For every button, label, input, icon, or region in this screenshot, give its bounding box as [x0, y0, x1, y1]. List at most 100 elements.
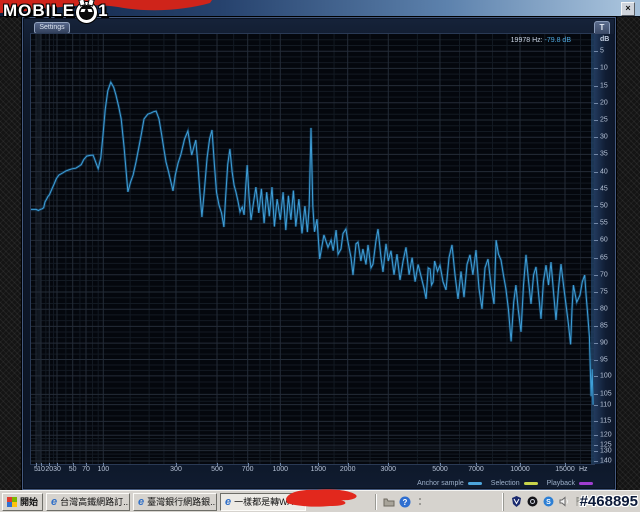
freq-tick-label: 500 [211, 466, 223, 473]
db-tick [594, 343, 598, 345]
db-tick [594, 257, 598, 259]
db-tick-label: 80 [600, 305, 608, 313]
freq-tick-label: 2000 [339, 466, 356, 473]
db-tick [594, 421, 598, 423]
ie-icon: e [138, 495, 145, 508]
db-tick-label: 60 [600, 236, 608, 244]
frequency-axis-unit: Hz [579, 466, 588, 473]
freq-tick-label: 100 [97, 466, 110, 473]
post-id-watermark: #468895 [579, 493, 638, 510]
legend-item-anchor-sample: Anchor sample [417, 480, 482, 487]
db-tick [594, 435, 598, 437]
db-tick-label: 15 [600, 82, 608, 90]
shield-icon[interactable] [510, 496, 522, 508]
logo-one: 1 [98, 1, 109, 20]
task-button-2[interactable]: e 臺灣銀行網路銀... [133, 492, 218, 511]
db-tick-label: 55 [600, 219, 608, 227]
db-tick [594, 137, 598, 139]
db-tick [594, 223, 598, 225]
db-tick-label: 105 [600, 390, 612, 398]
blue-s-icon[interactable]: S [542, 496, 554, 508]
db-tick-label: 65 [600, 254, 608, 262]
db-tick-label: 130 [600, 447, 612, 455]
grip-icon [414, 495, 427, 508]
round-black-icon[interactable] [526, 496, 538, 508]
db-tick [594, 309, 598, 311]
db-tick-label: 95 [600, 356, 608, 363]
mobile01-logo: MOBILE 1 [3, 0, 109, 23]
freq-tick-label: 30 [53, 466, 61, 473]
db-tick-label: 35 [600, 150, 608, 158]
task-label: 台灣高鐵網路訂... [60, 497, 131, 507]
settings-button[interactable]: Settings [34, 22, 70, 34]
db-tick-label: 10 [600, 64, 608, 72]
db-tick [594, 85, 598, 87]
freq-tick-label: 3000 [380, 466, 397, 473]
db-tick [594, 154, 598, 156]
help-icon[interactable]: ? [398, 495, 411, 508]
legend: Anchor sample Selection Playback [23, 477, 607, 489]
legend-label: Playback [546, 479, 575, 487]
ie-icon: e [51, 495, 58, 508]
db-tick [594, 120, 598, 121]
db-tick-label: 5 [600, 47, 604, 55]
db-tick-label: 140 [600, 457, 612, 465]
db-tick [594, 240, 598, 242]
db-tick-label: 45 [600, 185, 608, 193]
gear-devil-icon [76, 0, 98, 23]
db-tick-label: 75 [600, 288, 608, 296]
db-tick-label: 20 [600, 99, 608, 107]
freq-tick-label: 1000 [272, 466, 289, 473]
db-tick [594, 68, 598, 70]
db-tick-label: 115 [600, 417, 612, 425]
db-tick [594, 206, 598, 207]
cursor-readout: 19978 Hz: -79.8 dB [511, 37, 571, 44]
freq-tick-label: 10000 [510, 466, 530, 473]
task-button-3-active[interactable]: e 一樣都是轉WAV .. [220, 492, 307, 511]
db-tick [594, 188, 598, 190]
spectrum-plot[interactable] [30, 33, 595, 465]
speaker-icon[interactable] [558, 496, 570, 508]
db-tick-label: 120 [600, 431, 612, 439]
db-tick-label: 70 [600, 271, 608, 279]
start-button[interactable]: 開始 [2, 492, 44, 511]
readout-frequency: 19978 Hz: [510, 37, 543, 44]
db-tick-label: 85 [600, 322, 608, 330]
legend-item-playback: Playback [547, 480, 593, 487]
db-tick-label: 90 [600, 339, 608, 347]
freq-tick-label: 15000 [555, 466, 575, 473]
windows-flag-icon [7, 496, 17, 507]
freq-tick-label: 700 [241, 466, 254, 473]
selection-swatch [523, 481, 538, 485]
db-tick-label: 50 [600, 202, 608, 210]
freq-tick-label: 20 [45, 466, 54, 473]
spectrum-svg [31, 34, 595, 464]
svg-text:?: ? [402, 498, 407, 507]
db-tick [594, 450, 598, 452]
freq-tick-label: 10 [37, 466, 45, 473]
freq-tick-label: 70 [82, 466, 90, 473]
db-tick-label: 25 [600, 116, 608, 124]
legend-label: Selection [490, 479, 520, 487]
legend-label: Anchor sample [417, 479, 464, 487]
task-label: 一樣都是轉WAV .. [234, 497, 307, 507]
task-button-1[interactable]: e 台灣高鐵網路訂... [46, 492, 131, 511]
close-button[interactable]: × [621, 2, 635, 16]
db-tick [594, 292, 598, 293]
frequency-analysis-panel: Settings T 19978 Hz: -79.8 dB 5 10 15 20 25 3… [22, 17, 616, 490]
task-label: 臺灣銀行網路銀... [147, 497, 218, 507]
db-tick-label: 30 [600, 133, 608, 141]
ie-icon: e [225, 495, 232, 508]
folder-icon[interactable] [382, 495, 395, 508]
db-tick [594, 461, 598, 462]
db-tick [594, 171, 598, 173]
legend-item-selection: Selection [491, 480, 538, 487]
anchor-sample-swatch [467, 481, 482, 485]
db-axis: 5 10 15 20 25 30 35 40 45 50 55 60 65 70 75 80 85 90 95 100… [594, 34, 615, 465]
db-tick [594, 274, 598, 276]
db-tick [594, 445, 598, 447]
taskbar: 開始 e 台灣高鐵網路訂... e 臺灣銀行網路銀... e 一樣都是轉WAV … [0, 490, 640, 512]
readout-db: -79.8 dB [544, 37, 571, 44]
db-tick [594, 51, 598, 53]
db-tick [594, 375, 598, 377]
